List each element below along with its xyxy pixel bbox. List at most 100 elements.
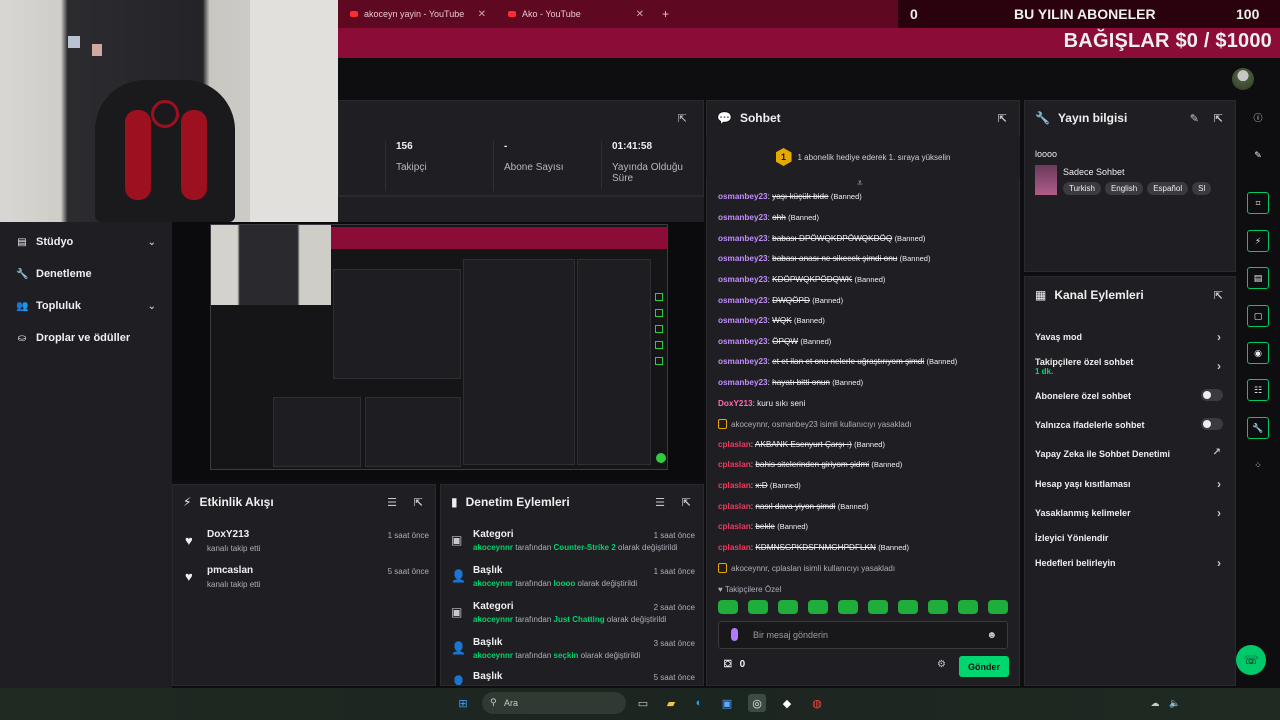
- emote-icon[interactable]: [898, 600, 918, 614]
- chat-user[interactable]: cplaslan: [718, 543, 751, 552]
- browser-tab[interactable]: Ako - YouTube ✕: [496, 0, 654, 28]
- emote-icon[interactable]: [748, 600, 768, 614]
- sidebar-item-drops[interactable]: ⛀ Droplar ve ödüller: [16, 332, 156, 344]
- mod-user[interactable]: akoceynnr: [473, 651, 513, 660]
- emote-icon[interactable]: [958, 600, 978, 614]
- activity-user[interactable]: pmcaslan: [207, 565, 253, 576]
- sidebar-item-moderation[interactable]: 🔧 Denetleme: [16, 268, 156, 280]
- chat-user[interactable]: osmanbey23: [718, 275, 768, 284]
- sidebar-item-studio[interactable]: ▤ Stüdyo ⌄: [16, 236, 156, 248]
- chat-user[interactable]: osmanbey23: [718, 378, 768, 387]
- task-view-icon[interactable]: ▭: [634, 694, 652, 712]
- toggle-switch[interactable]: [1201, 418, 1223, 430]
- browser-tab[interactable]: akoceyn yayin - YouTube ✕: [338, 0, 496, 28]
- chat-user[interactable]: osmanbey23: [718, 337, 768, 346]
- popout-icon[interactable]: ⇱: [414, 496, 423, 509]
- action-subscribers-only[interactable]: Abonelere özel sohbet: [1035, 389, 1225, 401]
- tag[interactable]: Sl: [1192, 182, 1212, 195]
- chat-user[interactable]: DoxY213: [718, 399, 753, 408]
- chat-input[interactable]: Bir mesaj gönderin ☻: [718, 621, 1008, 649]
- popout-icon[interactable]: ⇱: [1214, 112, 1223, 125]
- manager-icon[interactable]: ☷: [1247, 379, 1269, 401]
- chat-user[interactable]: cplaslan: [718, 440, 751, 449]
- folder-icon[interactable]: ▰: [662, 694, 680, 712]
- chat-user[interactable]: cplaslan: [718, 460, 751, 469]
- action-emote-only[interactable]: Yalnızca ifadelerle sohbet: [1035, 418, 1225, 430]
- bolt-icon[interactable]: ⚡: [1247, 230, 1269, 252]
- toggle-switch[interactable]: [1201, 389, 1223, 401]
- stream-preview[interactable]: [172, 222, 704, 480]
- edit-icon[interactable]: ✎: [1190, 112, 1199, 125]
- chat-user[interactable]: cplaslan: [718, 522, 751, 531]
- mod-user[interactable]: akoceynnr: [473, 579, 513, 588]
- collapse-icon[interactable]: ⩡: [857, 178, 863, 189]
- emote-icon[interactable]: [868, 600, 888, 614]
- emote-icon[interactable]: [838, 600, 858, 614]
- tray-icon[interactable]: 🔈: [1166, 694, 1184, 712]
- emote-icon[interactable]: [718, 600, 738, 614]
- broadcast-icon[interactable]: ◉: [1247, 342, 1269, 364]
- extensions-icon[interactable]: ⁘: [1247, 454, 1269, 476]
- close-icon[interactable]: ✕: [636, 9, 644, 20]
- help-button[interactable]: ☏: [1236, 645, 1266, 675]
- emote-icon[interactable]: [778, 600, 798, 614]
- gear-icon[interactable]: ⚙: [937, 659, 946, 670]
- file-icon[interactable]: ▤: [1247, 267, 1269, 289]
- filter-icon[interactable]: ☰: [655, 496, 665, 509]
- emote-icon[interactable]: [808, 600, 828, 614]
- action-slow-mode[interactable]: Yavaş mod ›: [1035, 330, 1225, 344]
- emote-icon[interactable]: [988, 600, 1008, 614]
- emote-icon[interactable]: [928, 600, 948, 614]
- chat-user[interactable]: osmanbey23: [718, 213, 768, 222]
- chat-user[interactable]: osmanbey23: [718, 316, 768, 325]
- avatar[interactable]: [1232, 68, 1254, 90]
- taskbar-search[interactable]: ⚲ Ara: [482, 692, 626, 714]
- send-button[interactable]: Gönder: [959, 656, 1009, 677]
- chat-icon[interactable]: ▢: [1247, 305, 1269, 327]
- app-icon[interactable]: ◍: [808, 694, 826, 712]
- chat-user[interactable]: osmanbey23: [718, 234, 768, 243]
- tag[interactable]: Español: [1147, 182, 1189, 195]
- chat-user[interactable]: osmanbey23: [718, 192, 768, 201]
- chat-user[interactable]: osmanbey23: [718, 254, 768, 263]
- chat-pinned-gift[interactable]: 1 1 abonelik hediye ederek 1. sıraya yüks…: [706, 136, 1020, 178]
- activity-user[interactable]: DoxY213: [207, 529, 249, 540]
- mic-icon[interactable]: [731, 628, 738, 641]
- sidebar-item-community[interactable]: 👥 Topluluk ⌄: [16, 300, 156, 312]
- chat-user[interactable]: osmanbey23: [718, 357, 768, 366]
- mod-user[interactable]: akoceynnr: [473, 543, 513, 552]
- chat-user[interactable]: cplaslan: [718, 481, 751, 490]
- activity-desc: kanalı takip etti: [207, 544, 261, 553]
- tag[interactable]: English: [1104, 182, 1144, 195]
- edit-icon[interactable]: ✎: [1247, 144, 1269, 166]
- close-icon[interactable]: ✕: [478, 9, 486, 20]
- chat-user[interactable]: cplaslan: [718, 502, 751, 511]
- action-followers-only[interactable]: Takipçilere özel sohbet 1 dk. ›: [1035, 357, 1225, 376]
- popout-icon[interactable]: ⇱: [998, 112, 1007, 125]
- action-account-age[interactable]: Hesap yaşı kısıtlaması ›: [1035, 477, 1225, 491]
- info-icon[interactable]: ⓘ: [1247, 106, 1269, 128]
- new-tab-icon[interactable]: +: [662, 7, 669, 21]
- action-ai-moderation[interactable]: Yapay Zeka ile Sohbet Denetimi ↗: [1035, 447, 1225, 459]
- windows-start-icon[interactable]: ⊞: [454, 694, 472, 712]
- store-icon[interactable]: ▣: [718, 694, 736, 712]
- wrench-icon[interactable]: 🔧: [1247, 417, 1269, 439]
- popout-icon[interactable]: ⇱: [1214, 289, 1223, 302]
- action-banned-words[interactable]: Yasaklanmış kelimeler ›: [1035, 506, 1225, 520]
- chat-user[interactable]: osmanbey23: [718, 296, 768, 305]
- edge-icon[interactable]: ◐: [690, 694, 708, 712]
- mod-user[interactable]: akoceynnr: [473, 615, 513, 624]
- filter-icon[interactable]: ☰: [387, 496, 397, 509]
- tray-icon[interactable]: ☁: [1146, 694, 1164, 712]
- popout-icon[interactable]: ⇱: [678, 112, 687, 125]
- mod-log-time: 1 saat önce: [653, 531, 695, 540]
- channel-points[interactable]: ⛋ 0: [724, 659, 745, 670]
- action-goals[interactable]: Hedefleri belirleyin ›: [1035, 556, 1225, 570]
- clip-icon[interactable]: ⌗: [1247, 192, 1269, 214]
- tag[interactable]: Turkish: [1063, 182, 1101, 195]
- emoji-icon[interactable]: ☻: [986, 630, 997, 641]
- action-raid[interactable]: İzleyici Yönlendir: [1035, 533, 1225, 543]
- popout-icon[interactable]: ⇱: [682, 496, 691, 509]
- chrome-icon[interactable]: ◎: [748, 694, 766, 712]
- steam-icon[interactable]: ◆: [778, 694, 796, 712]
